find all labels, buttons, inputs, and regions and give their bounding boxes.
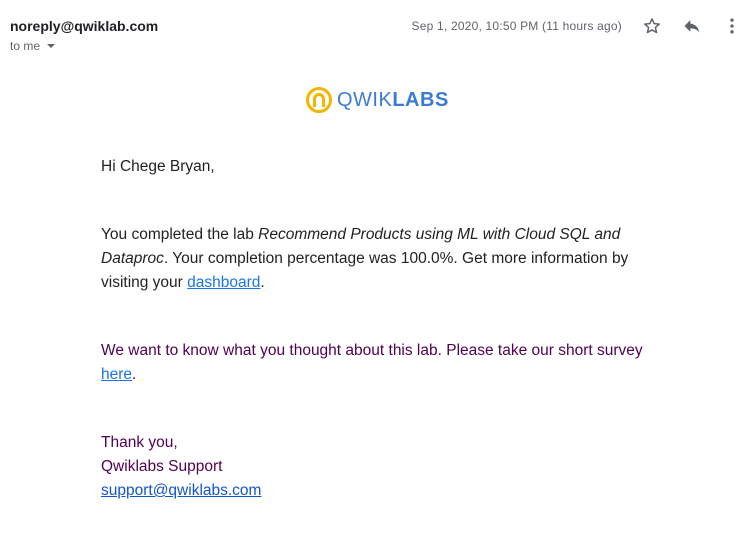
email-timestamp: Sep 1, 2020, 10:50 PM (11 hours ago) — [411, 19, 622, 33]
dashboard-link[interactable]: dashboard — [187, 274, 260, 291]
logo-wordmark: QWIKLABS — [337, 86, 449, 114]
signature-block: Thank you, Qwiklabs Support support@qwik… — [101, 431, 651, 503]
more-vert-icon — [730, 18, 734, 34]
qwiklabs-logo[interactable]: QWIKLABS — [305, 86, 449, 114]
sender-address[interactable]: noreply@qwiklab.com — [10, 18, 158, 34]
reply-button[interactable] — [677, 11, 707, 41]
qwiklabs-logo-icon — [306, 87, 332, 113]
logo-text-labs: LABS — [392, 89, 449, 111]
recipient-details-toggle[interactable]: to me — [10, 39, 56, 53]
recipient-label: to me — [10, 39, 41, 53]
email-header: noreply@qwiklab.com to me Sep 1, 2020, 1… — [0, 0, 753, 60]
caret-down-icon[interactable] — [47, 43, 56, 48]
signature-name: Qwiklabs Support — [101, 458, 223, 475]
para1-end: . — [260, 274, 265, 291]
greeting: Hi Chege Bryan, — [101, 158, 215, 175]
star-icon — [644, 18, 660, 34]
more-options-button[interactable] — [717, 11, 747, 41]
email-body: Hi Chege Bryan, You completed the lab Re… — [101, 155, 651, 503]
para1-prefix: You completed the lab — [101, 226, 259, 243]
logo-text-qwik: QWIK — [337, 89, 393, 111]
support-email-link[interactable]: support@qwiklabs.com — [101, 482, 261, 499]
star-button[interactable] — [637, 11, 667, 41]
para2-end: . — [132, 366, 137, 383]
para1-middle: . Your completion percentage was 100.0%.… — [101, 250, 629, 291]
reply-icon — [684, 20, 700, 33]
completion-paragraph: You completed the lab Recommend Products… — [101, 223, 651, 295]
survey-text: We want to know what you thought about t… — [101, 342, 643, 359]
survey-paragraph: We want to know what you thought about t… — [101, 339, 651, 387]
survey-link[interactable]: here — [101, 366, 132, 383]
thanks-line: Thank you, — [101, 434, 178, 451]
